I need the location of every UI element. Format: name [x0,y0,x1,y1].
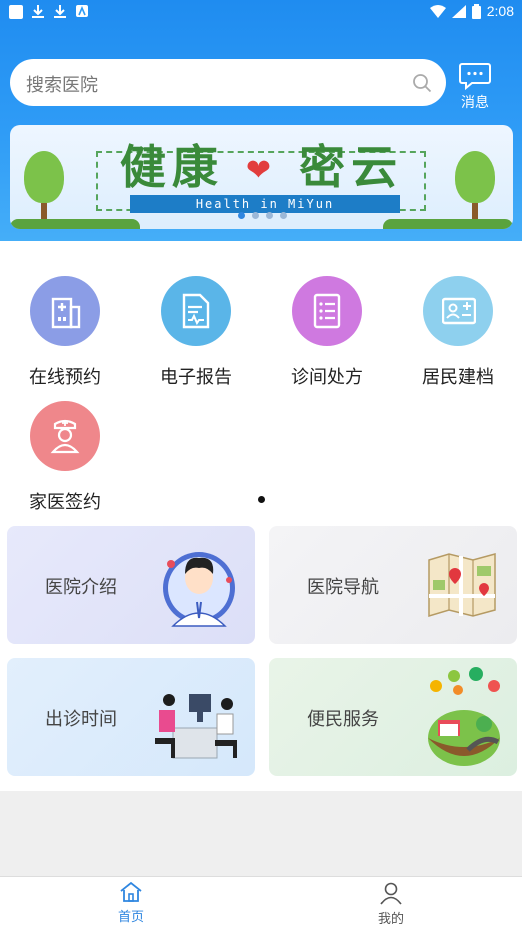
home-icon [120,881,142,902]
card-convenience-services[interactable]: 便民服务 [269,658,517,776]
user-icon [380,882,402,905]
carousel-dot[interactable] [252,212,259,219]
carousel-dot[interactable] [280,212,287,219]
card-hospital-intro[interactable]: 医院介绍 [7,526,255,644]
message-button[interactable]: 消息 [456,60,494,112]
header: 2:08 搜索医院 消息 健康 ❤ 密云 Health in MiYun [0,0,522,241]
report-icon [161,276,231,346]
card-label: 便民服务 [307,709,379,730]
main-content: 在线预约 电子报告 诊间处方 居民建档 家医签约 医院介绍 医院导航 出诊时间 … [0,241,522,791]
card-hospital-navigation[interactable]: 医院导航 [269,526,517,644]
quick-action-online-booking[interactable]: 在线预约 [10,276,120,389]
consultation-icon [155,694,237,759]
quick-action-label: 电子报告 [160,367,232,388]
search-icon[interactable] [412,73,432,93]
battery-icon [471,3,481,19]
message-label: 消息 [461,95,489,111]
doctor-avatar-icon [163,552,235,627]
tab-home[interactable]: 首页 [96,881,166,925]
card-label: 出诊时间 [45,709,117,730]
carousel-dot[interactable] [238,212,245,219]
card-label: 医院导航 [307,577,379,598]
grass-decoration [10,219,140,229]
search-bar[interactable]: 搜索医院 [10,59,446,106]
quick-action-label: 在线预约 [29,367,101,388]
quick-action-family-doctor[interactable]: 家医签约 [10,401,120,514]
status-bar: 2:08 [0,0,522,24]
tab-mine-label: 我的 [377,912,404,927]
quick-action-resident-file[interactable]: 居民建档 [403,276,513,389]
notification-icon [9,4,23,19]
tab-home-label: 首页 [117,910,144,925]
message-icon [459,63,491,90]
carousel-indicator [238,212,287,219]
app-icon [75,4,89,19]
card-label: 医院介绍 [45,577,117,598]
quick-action-label: 居民建档 [422,367,494,388]
download-icon [53,4,67,19]
carousel-dot[interactable] [266,212,273,219]
banner-title-left: 健康 [119,140,224,194]
page-indicator [258,496,265,503]
search-input[interactable]: 搜索医院 [26,71,98,97]
banner-carousel[interactable]: 健康 ❤ 密云 Health in MiYun [10,125,513,229]
quick-action-label: 家医签约 [29,492,101,513]
map-icon [428,553,496,618]
banner-ribbon: Health in MiYun [130,195,400,213]
quick-action-label: 诊间处方 [291,367,363,388]
heart-icon: ❤ [245,153,278,188]
tab-mine[interactable]: 我的 [356,881,426,927]
download-icon [31,4,45,19]
service-island-icon [428,667,500,766]
nurse-icon [30,401,100,471]
bottom-tab-bar: 首页 我的 [0,876,522,928]
quick-action-prescription[interactable]: 诊间处方 [272,276,382,389]
quick-action-e-report[interactable]: 电子报告 [141,276,251,389]
grass-decoration [383,219,513,229]
hospital-icon [30,276,100,346]
banner-title-right: 密云 [299,140,404,194]
signal-icon [451,4,466,18]
banner-title: 健康 ❤ 密云 [10,131,513,197]
id-card-icon [423,276,493,346]
clock: 2:08 [486,3,514,19]
wifi-icon [429,4,446,18]
prescription-icon [292,276,362,346]
card-clinic-hours[interactable]: 出诊时间 [7,658,255,776]
